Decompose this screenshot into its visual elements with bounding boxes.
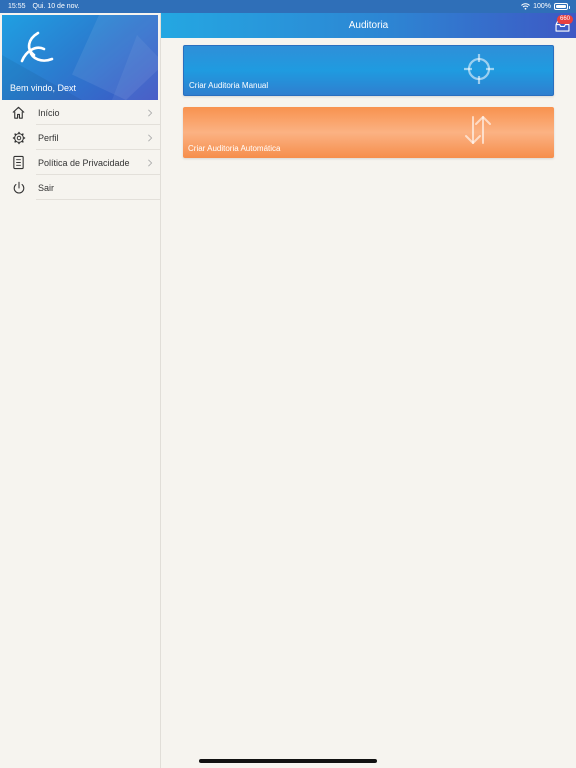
chevron-right-icon (148, 133, 153, 142)
status-right: 100% (521, 3, 570, 10)
status-time: 15:55 (8, 3, 26, 10)
sidebar-item-politica-privacidade[interactable]: Política de Privacidade (0, 150, 160, 175)
chevron-right-icon (148, 158, 153, 167)
sidebar-header: Bem vindo, Dext (2, 15, 158, 100)
notification-badge: 660 (557, 15, 573, 24)
status-bar: 15:55 Qui. 10 de nov. 100% (0, 0, 576, 13)
sidebar-item-label: Política de Privacidade (38, 157, 130, 168)
sidebar-item-perfil[interactable]: Perfil (0, 125, 160, 150)
chevron-right-icon (148, 108, 153, 117)
sidebar-item-sair[interactable]: Sair (0, 175, 160, 200)
create-automatic-audit-button[interactable]: Criar Auditoria Automática (183, 107, 554, 158)
card-label: Criar Auditoria Manual (189, 81, 269, 90)
sidebar-item-label: Início (38, 107, 60, 118)
status-left: 15:55 Qui. 10 de nov. (8, 3, 80, 10)
home-icon (11, 105, 26, 120)
home-indicator (199, 759, 377, 763)
sidebar-item-label: Perfil (38, 132, 59, 143)
sidebar-item-label: Sair (38, 182, 55, 193)
wifi-icon (521, 3, 530, 10)
app-screen: 15:55 Qui. 10 de nov. 100% Bem vindo, De… (0, 0, 576, 768)
card-label: Criar Auditoria Automática (188, 144, 281, 153)
brand-logo-icon (20, 31, 54, 63)
notifications-button[interactable]: 660 (555, 15, 573, 33)
create-manual-audit-button[interactable]: Criar Auditoria Manual (183, 45, 554, 96)
battery-icon (554, 3, 570, 10)
sidebar-menu: Início Perfil Política de Privacidade Sa… (0, 100, 160, 200)
sidebar-item-inicio[interactable]: Início (0, 100, 160, 125)
sidebar: Bem vindo, Dext Início Perfil Política d… (0, 13, 161, 768)
nav-bar: Auditoria 660 (161, 13, 576, 38)
transfer-arrows-icon (465, 116, 491, 144)
welcome-text: Bem vindo, Dext (10, 83, 77, 93)
status-date: Qui. 10 de nov. (32, 3, 80, 10)
document-icon (11, 155, 26, 170)
gear-icon (11, 130, 26, 145)
power-icon (11, 180, 26, 195)
crosshair-icon (464, 54, 494, 84)
page-title: Auditoria (348, 20, 389, 31)
battery-percent: 100% (533, 3, 551, 10)
